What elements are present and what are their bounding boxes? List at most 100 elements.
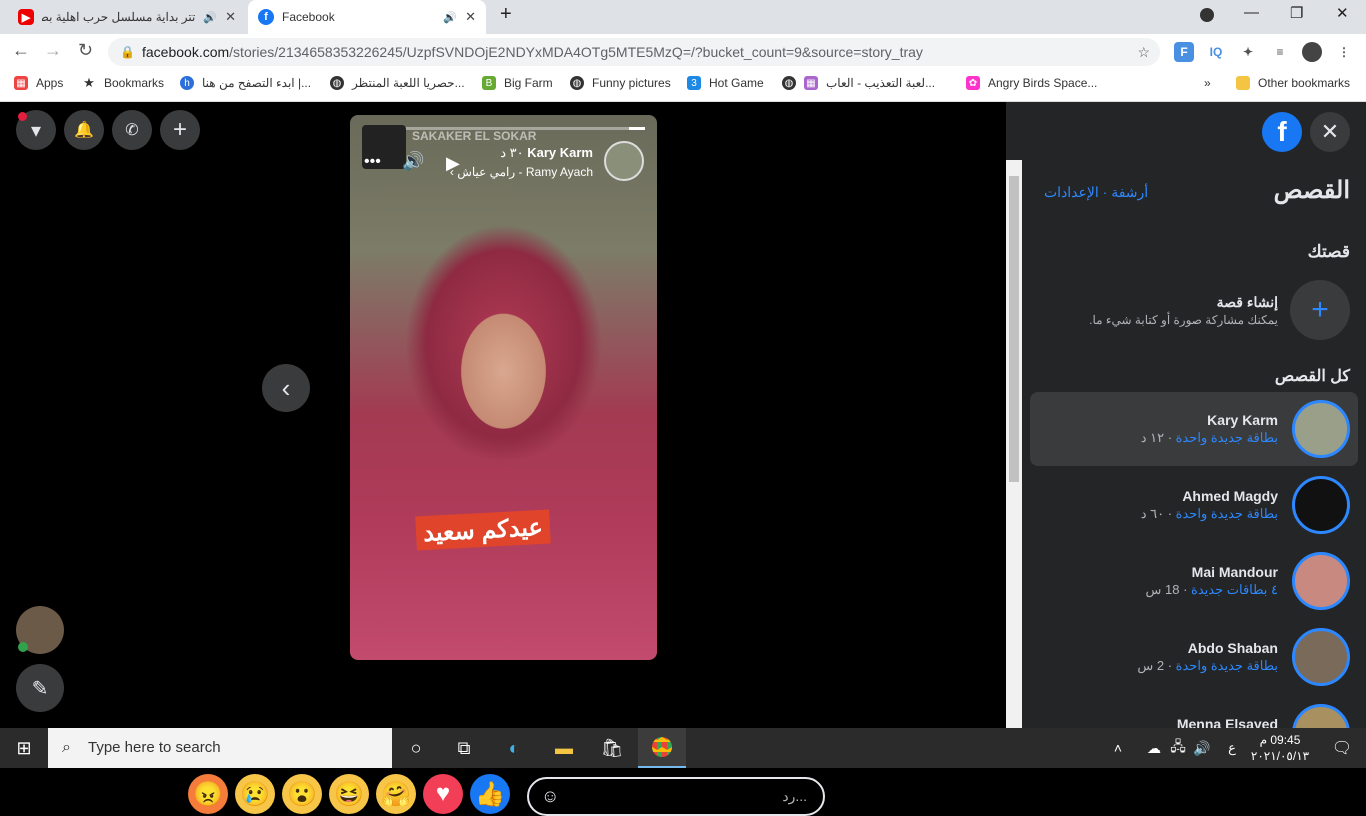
bookmark-big-farm[interactable]: B Big Farm — [482, 76, 553, 90]
tab-youtube[interactable]: ▶ تتر بداية مسلسل حرب اهلية بطـ 🔊 ✕ — [8, 0, 246, 34]
facebook-logo-icon[interactable]: f — [1262, 112, 1302, 152]
scrollbar[interactable] — [1006, 160, 1022, 728]
story-item-abdo-shaban[interactable]: Abdo Shaban بطاقة جديدة واحدة · 2 س — [1030, 620, 1358, 694]
file-explorer-icon[interactable]: ▬ — [540, 728, 588, 768]
create-story-plus-icon[interactable]: + — [1290, 280, 1350, 340]
tab-search-button[interactable] — [1200, 8, 1214, 22]
notifications-bell-icon[interactable]: 🔔 — [64, 110, 104, 150]
browser-tab-strip: ▶ تتر بداية مسلسل حرب اهلية بطـ 🔊 ✕ f Fa… — [0, 0, 1366, 34]
sticker-icon[interactable]: ☺ — [541, 779, 559, 814]
create-story-subtitle: يمكنك مشاركة صورة أو كتابة شيء ما. — [1089, 313, 1278, 327]
story-item-menna-elsayed[interactable]: Menna Elsayed — [1030, 696, 1358, 728]
like-reaction-icon[interactable]: 👍 — [470, 774, 510, 814]
new-tab-button[interactable]: + — [500, 3, 512, 26]
globe-icon: ◍ — [570, 76, 584, 90]
story-viewer: ▾ 🔔 ✆ + ‹ SAKAKER EL SOKAR ••• 🔊 ▶ Kary … — [0, 102, 1006, 816]
avatar — [1292, 476, 1350, 534]
store-icon[interactable]: 🛍 — [588, 728, 636, 768]
forward-button[interactable]: → — [44, 40, 62, 61]
author-avatar[interactable] — [604, 141, 644, 181]
story-item-kary-karm[interactable]: Kary Karm بطاقة جديدة واحدة · ١٢ د — [1030, 392, 1358, 466]
bookmark-bookmarks[interactable]: ★ Bookmarks — [82, 75, 164, 90]
onedrive-cloud-icon[interactable]: ☁ — [1142, 728, 1166, 768]
scrollbar-thumb[interactable] — [1009, 176, 1019, 482]
create-plus-icon[interactable]: + — [160, 110, 200, 150]
edit-compose-icon[interactable]: ✎ — [16, 664, 64, 712]
address-bar[interactable]: 🔒 facebook.com/stories/2134658353226245/… — [108, 38, 1160, 66]
rabbit-icon: ✿ — [966, 76, 980, 90]
story-author-line: Kary Karm ٣٠ د — [500, 145, 593, 160]
wow-reaction-icon[interactable]: 😮 — [282, 774, 322, 814]
care-reaction-icon[interactable]: 🤗 — [376, 774, 416, 814]
your-story-heading: قصتك — [1307, 242, 1350, 261]
iq-extension-icon[interactable]: IQ — [1206, 42, 1226, 62]
create-story-title[interactable]: إنشاء قصة — [1217, 294, 1278, 311]
bookmark-star-icon[interactable]: ☆ — [1137, 38, 1150, 66]
notification-dot — [18, 112, 27, 121]
music-label: SAKAKER EL SOKAR — [412, 129, 537, 143]
bookmark-other[interactable]: Other bookmarks — [1236, 76, 1350, 90]
avatar — [1292, 400, 1350, 458]
story-item-ahmed-magdy[interactable]: Ahmed Magdy بطاقة جديدة واحدة · ٦٠ د — [1030, 468, 1358, 542]
tab-facebook[interactable]: f Facebook 🔊 ✕ — [248, 0, 486, 34]
show-hidden-icons-chevron[interactable]: ˄ — [1106, 728, 1130, 768]
bookmarks-bar: ▦ Apps ★ Bookmarks h ابدء التصفح من هنا |..… — [0, 70, 1366, 102]
url-domain: facebook.com — [142, 44, 230, 60]
bookmark-2[interactable]: ◍ حصريا اللعبة المنتظر... — [330, 76, 465, 90]
close-window-button[interactable]: ✕ — [1336, 4, 1349, 22]
puzzle-icon[interactable]: ✦ — [1238, 42, 1258, 62]
messenger-icon[interactable]: ✆ — [112, 110, 152, 150]
restore-button[interactable]: ❐ — [1290, 4, 1303, 22]
volume-icon[interactable]: 🔊 — [1190, 728, 1214, 768]
notifications-icon[interactable]: 🗨 — [1318, 728, 1366, 768]
task-view-icon[interactable]: ⧉ — [440, 728, 488, 768]
network-icon[interactable]: 🖧 — [1166, 728, 1190, 768]
windows-start-icon[interactable]: ⊞ — [0, 728, 48, 768]
bookmark-angry-birds[interactable]: ✿ Angry Birds Space... — [966, 76, 1097, 90]
url-path: /stories/2134658353226245/UzpfSVNDOjE2ND… — [229, 44, 923, 60]
bookmark-apps[interactable]: ▦ Apps — [14, 76, 63, 90]
folder-icon — [1236, 76, 1250, 90]
bookmark-1[interactable]: h ابدء التصفح من هنا |... — [180, 76, 311, 90]
bigfarm-icon: B — [482, 76, 496, 90]
previous-story-button[interactable]: ‹ — [262, 364, 310, 412]
profile-avatar[interactable] — [1302, 42, 1322, 62]
account-menu-button[interactable]: ▾ — [16, 110, 56, 150]
tab-title: تتر بداية مسلسل حرب اهلية بطـ — [42, 10, 196, 24]
menu-dots-icon[interactable]: ⋮ — [1334, 42, 1354, 62]
haha-reaction-icon[interactable]: 😆 — [329, 774, 369, 814]
bookmark-hot-game[interactable]: 3 Hot Game — [687, 76, 764, 90]
extension-icon[interactable]: F — [1174, 42, 1194, 62]
speaker-icon: 🔊 — [203, 11, 218, 24]
mute-speaker-icon[interactable]: 🔊 — [402, 151, 424, 172]
more-options-icon[interactable]: ••• — [364, 153, 381, 171]
chrome-icon[interactable] — [638, 728, 686, 768]
back-button[interactable]: ← — [12, 40, 30, 61]
story-item-mai-mandour[interactable]: Mai Mandour ٤ بطاقات جديدة · 18 س — [1030, 544, 1358, 618]
bookmark-funny[interactable]: ◍ Funny pictures — [570, 76, 671, 90]
star-icon: ★ — [83, 75, 95, 90]
clock[interactable]: 09:45 م ٢٠٢١/٠٥/١٣ — [1250, 732, 1310, 764]
more-bookmarks-chevron[interactable]: » — [1204, 76, 1211, 90]
hotgame-icon: 3 — [687, 76, 701, 90]
minimize-button[interactable]: — — [1244, 4, 1259, 21]
close-tab-icon[interactable]: ✕ — [225, 9, 236, 25]
reload-button[interactable]: ↻ — [78, 40, 93, 61]
sad-reaction-icon[interactable]: 😢 — [235, 774, 275, 814]
story-card[interactable]: SAKAKER EL SOKAR ••• 🔊 ▶ Kary Karm ٣٠ د … — [350, 115, 657, 660]
love-reaction-icon[interactable]: ♥ — [423, 774, 463, 814]
archive-settings-links[interactable]: أرشفة · الإعدادات — [1044, 184, 1148, 201]
reply-input[interactable]: رد... ☺ — [527, 777, 825, 816]
angry-reaction-icon[interactable]: 😠 — [188, 774, 228, 814]
bookmark-3[interactable]: ◍ ▦ لعبة التعذيب - العاب... — [782, 76, 935, 90]
globe-icon: ◍ — [330, 76, 344, 90]
lock-icon: 🔒 — [120, 45, 135, 59]
media-control-icon[interactable]: ≡ — [1270, 42, 1290, 62]
close-icon[interactable]: ✕ — [1310, 112, 1350, 152]
cortana-icon[interactable]: ○ — [392, 728, 440, 768]
edge-icon[interactable]: ◐ — [490, 728, 538, 768]
user-avatar[interactable] — [16, 606, 64, 654]
close-tab-icon[interactable]: ✕ — [465, 9, 476, 25]
language-indicator[interactable]: ع — [1220, 728, 1244, 768]
taskbar-search-input[interactable]: ⌕ Type here to search — [48, 728, 392, 768]
